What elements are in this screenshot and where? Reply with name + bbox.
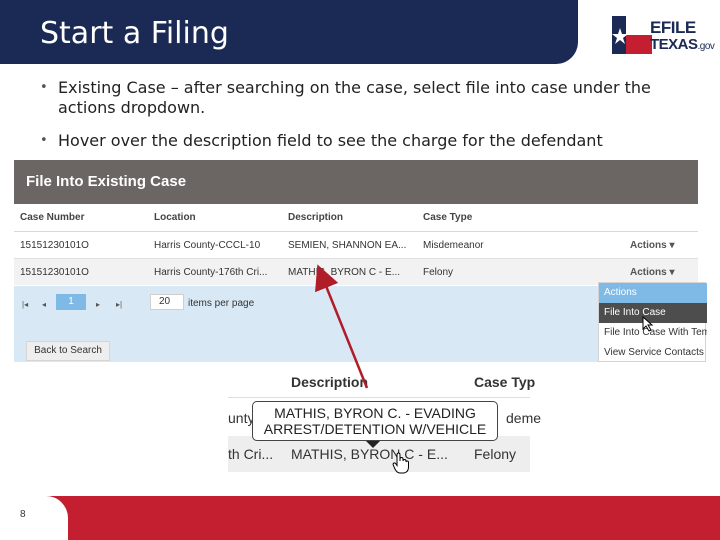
table-row[interactable]: 15151230101O Harris County-176th Cri... …	[14, 259, 698, 285]
actions-dropdown[interactable]: Actions ▾	[630, 240, 674, 251]
bullet-dot-icon: •	[40, 80, 48, 95]
prev-page-icon[interactable]: ◂	[42, 300, 46, 309]
logo-line1: EFILE	[650, 18, 696, 37]
description-cell[interactable]: SEMIEN, SHANNON EA...	[288, 240, 406, 251]
slide-title: Start a Filing	[40, 16, 229, 51]
case-number-cell: 15151230101O	[20, 240, 89, 251]
actions-dropdown[interactable]: Actions ▾	[630, 267, 674, 278]
location-cell: Harris County-CCCL-10	[154, 240, 261, 251]
zoom-case-type-cell: deme	[506, 410, 542, 426]
table-row[interactable]: 15151230101O Harris County-CCCL-10 SEMIE…	[14, 232, 698, 258]
tooltip-line1: MATHIS, BYRON C. - EVADING	[274, 405, 476, 421]
zoom-column-description: Description	[291, 374, 369, 390]
tooltip-pointer	[366, 441, 380, 448]
bullet-item: • Hover over the description field to se…	[40, 131, 680, 151]
page-number: 8	[20, 509, 26, 520]
logo-line2: TEXAS.gov	[650, 36, 715, 53]
last-page-icon[interactable]: ▸|	[116, 300, 122, 309]
existing-case-panel: File Into Existing Case Case Number Loca…	[14, 160, 698, 362]
zoom-column-case-type: Case Typ	[474, 374, 536, 390]
column-header-case-number[interactable]: Case Number	[20, 212, 84, 223]
per-page-select[interactable]: 20	[150, 294, 184, 310]
bullet-item: • Existing Case – after searching on the…	[40, 78, 680, 118]
bullet-text: Existing Case – after searching on the c…	[58, 78, 651, 117]
slide-header: Start a Filing EFILE TEXAS.gov	[0, 0, 720, 66]
bullet-text: Hover over the description field to see …	[58, 131, 603, 150]
description-cell[interactable]: MATHIS, BYRON C - E...	[288, 267, 400, 278]
case-type-cell: Misdemeanor	[423, 240, 484, 251]
description-tooltip: MATHIS, BYRON C. - EVADING ARREST/DETENT…	[252, 401, 498, 441]
zoom-header-divider	[228, 397, 530, 398]
current-page[interactable]: 1	[56, 294, 86, 310]
column-header-location[interactable]: Location	[154, 212, 196, 223]
footer-corner: 8	[0, 496, 68, 540]
bullet-dot-icon: •	[40, 133, 48, 148]
panel-title-bar: File Into Existing Case	[14, 160, 698, 204]
menu-item-view-service-contacts[interactable]: View Service Contacts	[599, 343, 707, 363]
logo-texas: TEXAS	[650, 36, 698, 53]
zoom-description-cell[interactable]: MATHIS, BYRON C - E...	[291, 446, 448, 462]
slide-footer: 8	[0, 496, 720, 540]
logo-suffix: .gov	[697, 41, 715, 52]
location-cell: Harris County-176th Cri...	[154, 267, 268, 278]
texas-star-icon	[612, 16, 652, 54]
per-page-label: items per page	[188, 298, 255, 309]
first-page-icon[interactable]: |◂	[22, 300, 28, 309]
zoom-location-cell: th Cri...	[228, 446, 274, 462]
case-type-cell: Felony	[423, 267, 454, 278]
column-header-case-type[interactable]: Case Type	[423, 212, 472, 223]
mouse-pointer-icon	[642, 316, 654, 332]
column-header-description[interactable]: Description	[288, 212, 343, 223]
pager-bar: |◂ ◂ 1 ▸ ▸| 20 items per page Back to Se…	[14, 286, 598, 362]
case-number-cell: 15151230101O	[20, 267, 89, 278]
menu-item-actions[interactable]: Actions	[599, 283, 707, 303]
tooltip-line2: ARREST/DETENTION W/VEHICLE	[263, 421, 487, 437]
efile-texas-logo: EFILE TEXAS.gov	[612, 14, 715, 56]
back-to-search-button[interactable]: Back to Search	[26, 341, 110, 361]
hand-cursor-icon	[392, 452, 409, 474]
zoom-case-type-cell: Felony	[474, 446, 517, 462]
next-page-icon[interactable]: ▸	[96, 300, 100, 309]
panel-title: File Into Existing Case	[26, 173, 187, 190]
bullet-list: • Existing Case – after searching on the…	[40, 78, 680, 164]
